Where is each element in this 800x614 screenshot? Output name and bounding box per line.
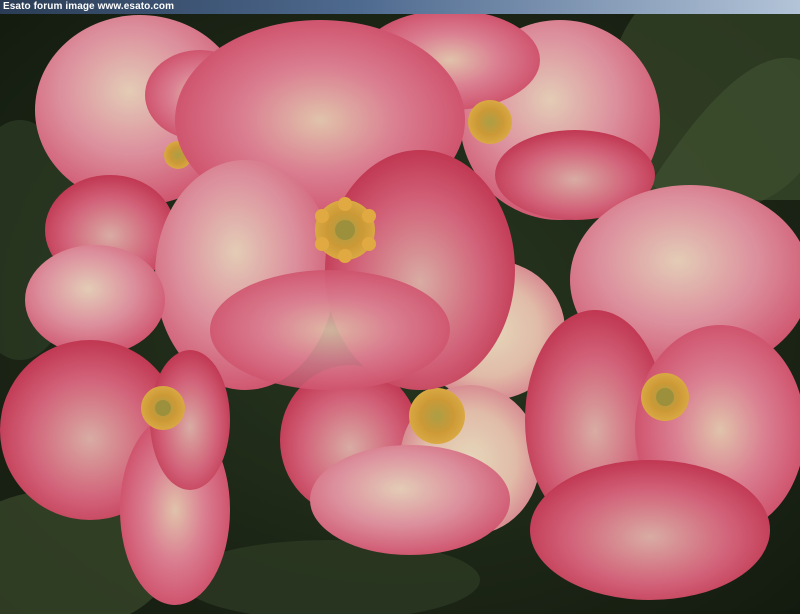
watermark-text: Esato forum image www.esato.com (3, 1, 175, 12)
watermark-banner: Esato forum image www.esato.com (0, 0, 800, 14)
flower-photo (0, 0, 800, 614)
